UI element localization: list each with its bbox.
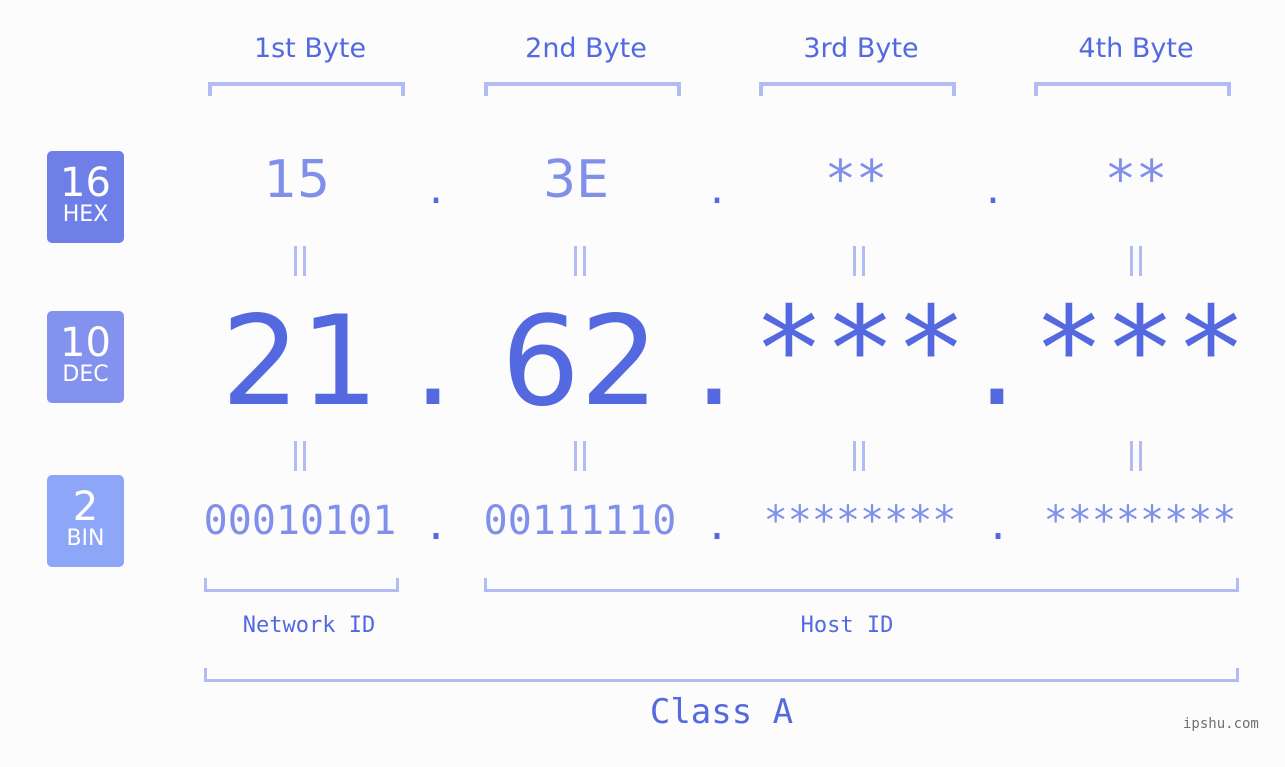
byte-header-1: 1st Byte bbox=[253, 33, 367, 64]
equals-icon bbox=[1127, 246, 1147, 276]
bin-byte-2: 00111110 bbox=[483, 498, 677, 544]
bin-badge: 2 BIN bbox=[47, 475, 124, 567]
byte-bracket-3 bbox=[759, 82, 956, 96]
class-bracket bbox=[204, 668, 1239, 682]
dec-badge-number: 10 bbox=[60, 320, 111, 366]
hex-separator-3: . bbox=[986, 163, 1000, 214]
dec-byte-2: 62 bbox=[501, 290, 659, 434]
byte-header-2: 2nd Byte bbox=[525, 33, 647, 64]
hex-byte-3: ** bbox=[824, 150, 888, 210]
equals-icon bbox=[850, 441, 870, 471]
equals-icon bbox=[571, 246, 591, 276]
equals-icon bbox=[291, 441, 311, 471]
dec-byte-4: *** bbox=[1033, 280, 1247, 418]
network-id-bracket bbox=[204, 578, 399, 592]
host-id-bracket bbox=[484, 578, 1239, 592]
hex-separator-1: . bbox=[429, 163, 443, 214]
bin-byte-1: 00010101 bbox=[203, 498, 397, 544]
dec-separator-1: . bbox=[413, 290, 453, 434]
dec-byte-1: 21 bbox=[221, 290, 379, 434]
dec-separator-2: . bbox=[694, 290, 734, 434]
watermark: ipshu.com bbox=[1183, 716, 1259, 732]
bin-badge-label: BIN bbox=[66, 526, 105, 551]
bin-byte-4: ******** bbox=[1043, 498, 1237, 544]
equals-icon bbox=[850, 246, 870, 276]
hex-badge-label: HEX bbox=[62, 202, 109, 227]
host-id-label: Host ID bbox=[800, 613, 894, 638]
bin-separator-3: . bbox=[985, 503, 1011, 549]
dec-badge: 10 DEC bbox=[47, 311, 124, 403]
bin-badge-number: 2 bbox=[72, 484, 99, 530]
bin-separator-1: . bbox=[423, 503, 449, 549]
byte-header-3: 3rd Byte bbox=[803, 33, 919, 64]
class-label: Class A bbox=[649, 692, 794, 732]
hex-badge-number: 16 bbox=[60, 160, 111, 206]
dec-badge-label: DEC bbox=[62, 362, 109, 387]
dec-separator-3: . bbox=[977, 290, 1017, 434]
byte-bracket-4 bbox=[1034, 82, 1231, 96]
network-id-label: Network ID bbox=[242, 613, 376, 638]
hex-byte-4: ** bbox=[1104, 150, 1168, 210]
equals-icon bbox=[1127, 441, 1147, 471]
hex-byte-2: 3E bbox=[543, 150, 609, 210]
hex-badge: 16 HEX bbox=[47, 151, 124, 243]
byte-bracket-2 bbox=[484, 82, 681, 96]
bin-byte-3: ******** bbox=[763, 498, 957, 544]
dec-byte-3: *** bbox=[753, 280, 967, 418]
hex-byte-1: 15 bbox=[263, 150, 331, 210]
byte-header-4: 4th Byte bbox=[1078, 33, 1194, 64]
hex-separator-2: . bbox=[710, 163, 724, 214]
byte-bracket-1 bbox=[208, 82, 405, 96]
equals-icon bbox=[291, 246, 311, 276]
bin-separator-2: . bbox=[704, 503, 730, 549]
equals-icon bbox=[571, 441, 591, 471]
